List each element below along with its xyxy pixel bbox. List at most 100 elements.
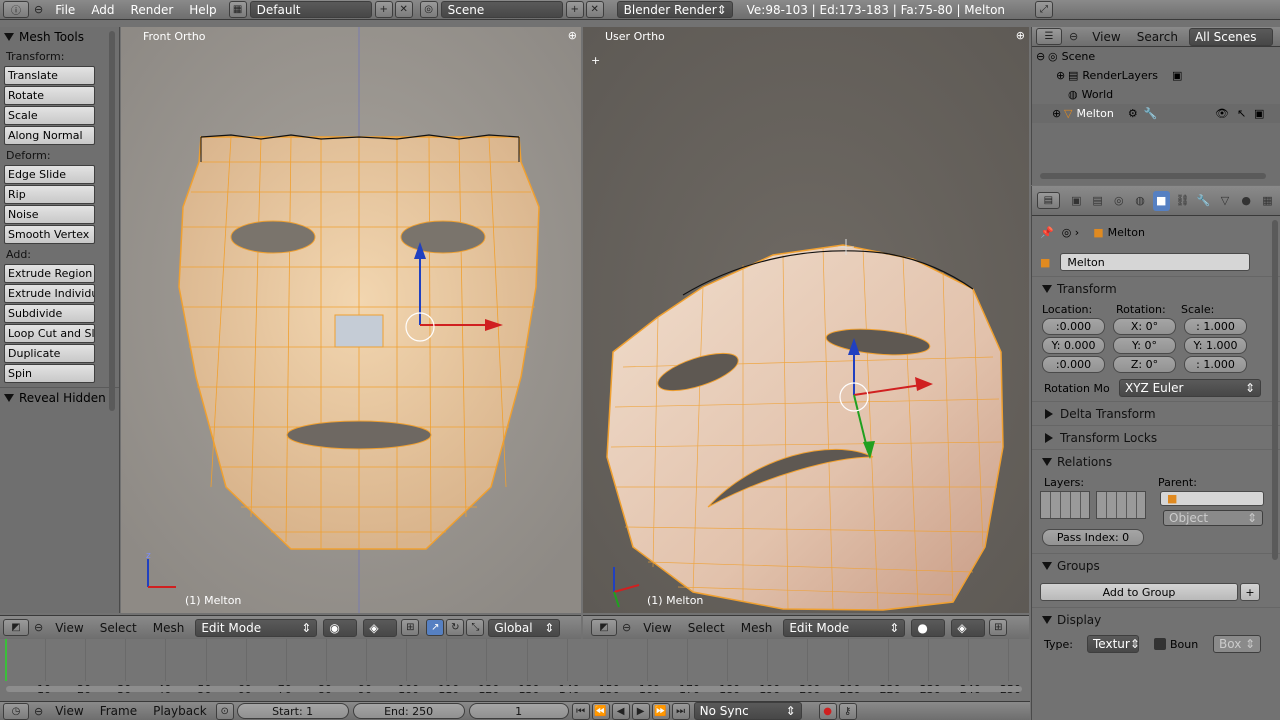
editor-type-3dview-icon[interactable]: ◩ bbox=[3, 619, 29, 636]
tool-button-translate[interactable]: Translate bbox=[4, 66, 95, 85]
delta-transform-panel-header[interactable]: Delta Transform bbox=[1032, 401, 1280, 425]
transform-locks-panel-header[interactable]: Transform Locks bbox=[1032, 425, 1280, 449]
menu-view[interactable]: View bbox=[47, 621, 91, 635]
render-engine-dropdown[interactable]: Blender Render ⇕ bbox=[616, 1, 733, 18]
start-frame-field[interactable]: Start: 1 bbox=[236, 703, 349, 719]
tool-button-duplicate[interactable]: Duplicate bbox=[4, 344, 95, 363]
relations-panel-header[interactable]: Relations bbox=[1032, 449, 1280, 473]
tab-constraints-icon[interactable]: ⛓ bbox=[1174, 191, 1191, 211]
scale-y-field[interactable]: Y: 1.000 bbox=[1184, 337, 1247, 354]
record-icon[interactable]: ● bbox=[818, 702, 837, 720]
menu-render[interactable]: Render bbox=[123, 3, 182, 17]
expand-icon[interactable]: ⊕ bbox=[1052, 107, 1064, 120]
timeline-editor[interactable]: 1020304050607080901001101201301401501601… bbox=[0, 639, 1030, 701]
mesh-tools-panel-header[interactable]: Mesh Tools bbox=[0, 27, 119, 47]
tool-button-extrude-individual[interactable]: Extrude Individual bbox=[4, 284, 95, 303]
scale-z-field[interactable]: : 1.000 bbox=[1184, 356, 1247, 373]
editor-type-info-icon[interactable]: ⓘ bbox=[3, 1, 29, 18]
tab-object-icon[interactable]: ■ bbox=[1152, 190, 1170, 211]
timeline-scrollbar[interactable] bbox=[6, 686, 1022, 692]
pin-icon[interactable]: 📌 bbox=[1040, 226, 1054, 239]
collapse-menu-icon[interactable]: ⊖ bbox=[34, 621, 43, 634]
remove-screen-icon[interactable]: ✕ bbox=[394, 1, 413, 18]
location-y-field[interactable]: Y: 0.000 bbox=[1042, 337, 1105, 354]
jump-start-icon[interactable]: ⏮ bbox=[571, 702, 590, 720]
manipulator-toggle-icon[interactable]: ⊞ bbox=[401, 619, 420, 636]
editor-type-3dview-icon[interactable]: ◩ bbox=[591, 619, 617, 636]
keying-set-icon[interactable]: ⚷ bbox=[838, 702, 857, 720]
layers-grid-a[interactable] bbox=[1040, 491, 1090, 519]
rotation-y-field[interactable]: Y: 0° bbox=[1113, 337, 1176, 354]
play-reverse-icon[interactable]: ◀ bbox=[611, 702, 630, 720]
menu-frame[interactable]: Frame bbox=[92, 704, 145, 718]
parent-field[interactable]: ■ bbox=[1160, 491, 1264, 506]
display-type-dropdown[interactable]: Textur ⇕ bbox=[1087, 635, 1140, 653]
jump-keyframe-back-icon[interactable]: ⏪ bbox=[591, 702, 610, 720]
transform-panel-header[interactable]: Transform bbox=[1032, 276, 1280, 300]
scene-icon[interactable]: ◎ bbox=[419, 1, 438, 18]
menu-help[interactable]: Help bbox=[181, 3, 224, 17]
menu-mesh[interactable]: Mesh bbox=[733, 621, 781, 635]
viewport-front-ortho[interactable]: Front Ortho (1) Melton z ⊕ bbox=[121, 27, 581, 613]
add-to-group-button[interactable]: Add to Group bbox=[1040, 583, 1238, 601]
tab-world-icon[interactable]: ◍ bbox=[1131, 191, 1148, 211]
menu-file[interactable]: File bbox=[47, 3, 83, 17]
expand-icon[interactable]: ⊕ bbox=[1056, 69, 1068, 82]
bounds-type-dropdown[interactable]: Box ⇕ bbox=[1213, 635, 1261, 653]
pass-index-field[interactable]: Pass Index: 0 bbox=[1042, 528, 1144, 546]
mode-dropdown[interactable]: Edit Mode ⇕ bbox=[783, 618, 906, 637]
editor-type-properties-icon[interactable]: ▤ bbox=[1037, 192, 1060, 209]
pivot-point-dropdown[interactable]: ◈ bbox=[363, 618, 398, 637]
outliner-item-world[interactable]: ◍ World bbox=[1032, 85, 1280, 104]
location-x-field[interactable]: :0.000 bbox=[1042, 318, 1105, 335]
rotation-mode-dropdown[interactable]: XYZ Euler ⇕ bbox=[1119, 379, 1261, 397]
viewport-shading-dropdown[interactable]: ● bbox=[911, 618, 946, 637]
display-panel-header[interactable]: Display bbox=[1032, 607, 1280, 631]
editor-type-timeline-icon[interactable]: ◷ bbox=[3, 702, 29, 720]
tab-scene-icon[interactable]: ◎ bbox=[1110, 191, 1127, 211]
fullscreen-icon[interactable]: ⤢ bbox=[1035, 1, 1054, 18]
translate-manipulator-icon[interactable]: ↗ bbox=[426, 619, 445, 636]
collapse-menu-icon[interactable]: ⊖ bbox=[1069, 30, 1078, 43]
preview-range-icon[interactable]: ⊙ bbox=[215, 702, 234, 720]
viewport-corner-icon[interactable]: ⊕ bbox=[568, 29, 577, 42]
screen-layout-icon[interactable]: ▦ bbox=[228, 1, 247, 18]
bounds-checkbox[interactable] bbox=[1154, 638, 1166, 650]
rotate-manipulator-icon[interactable]: ↻ bbox=[446, 619, 465, 636]
screen-layout-field[interactable]: Default bbox=[249, 1, 372, 18]
tool-button-spin[interactable]: Spin bbox=[4, 364, 95, 383]
menu-select[interactable]: Select bbox=[680, 621, 733, 635]
display-mode-dropdown[interactable]: All Scenes bbox=[1188, 27, 1273, 46]
tab-render-layers-icon[interactable]: ▤ bbox=[1089, 191, 1106, 211]
editor-type-outliner-icon[interactable]: ☰ bbox=[1036, 28, 1062, 45]
scale-manipulator-icon[interactable]: ⤡ bbox=[466, 619, 485, 636]
tool-button-rotate[interactable]: Rotate bbox=[4, 86, 95, 105]
tab-render-icon[interactable]: ▣ bbox=[1068, 191, 1085, 211]
menu-mesh[interactable]: Mesh bbox=[145, 621, 193, 635]
jump-keyframe-forward-icon[interactable]: ⏩ bbox=[651, 702, 670, 720]
location-z-field[interactable]: :0.000 bbox=[1042, 356, 1105, 373]
menu-view[interactable]: View bbox=[1084, 30, 1128, 44]
outliner-item-scene[interactable]: ⊖ ◎ Scene bbox=[1032, 47, 1280, 66]
scene-field[interactable]: Scene bbox=[440, 1, 563, 18]
outliner-item-melton[interactable]: ⊕ ▽ Melton ⚙ 🔧 👁 ↖ ▣ bbox=[1032, 104, 1280, 123]
mode-dropdown[interactable]: Edit Mode ⇕ bbox=[195, 618, 318, 637]
object-name-field[interactable]: Melton bbox=[1060, 253, 1251, 271]
visibility-eye-icon[interactable]: 👁 bbox=[1215, 107, 1229, 120]
groups-panel-header[interactable]: Groups bbox=[1032, 553, 1280, 577]
outliner-scrollbar[interactable] bbox=[1040, 173, 1266, 179]
new-group-button[interactable]: + bbox=[1240, 583, 1260, 601]
menu-add[interactable]: Add bbox=[83, 3, 122, 17]
layers-grid-b[interactable] bbox=[1096, 491, 1146, 519]
tool-button-loop-cut-and-slide[interactable]: Loop Cut and Slide bbox=[4, 324, 95, 343]
menu-select[interactable]: Select bbox=[92, 621, 145, 635]
add-scene-icon[interactable]: + bbox=[565, 1, 584, 18]
manipulator-toggle-icon[interactable]: ⊞ bbox=[989, 619, 1008, 636]
viewport-properties-toggle-icon[interactable]: + bbox=[591, 54, 600, 67]
rotation-x-field[interactable]: X: 0° bbox=[1113, 318, 1176, 335]
collapse-menu-icon[interactable]: ⊖ bbox=[622, 621, 631, 634]
scale-x-field[interactable]: : 1.000 bbox=[1184, 318, 1247, 335]
tab-data-icon[interactable]: ▽ bbox=[1216, 191, 1233, 211]
menu-playback[interactable]: Playback bbox=[145, 704, 215, 718]
end-frame-field[interactable]: End: 250 bbox=[352, 703, 465, 719]
